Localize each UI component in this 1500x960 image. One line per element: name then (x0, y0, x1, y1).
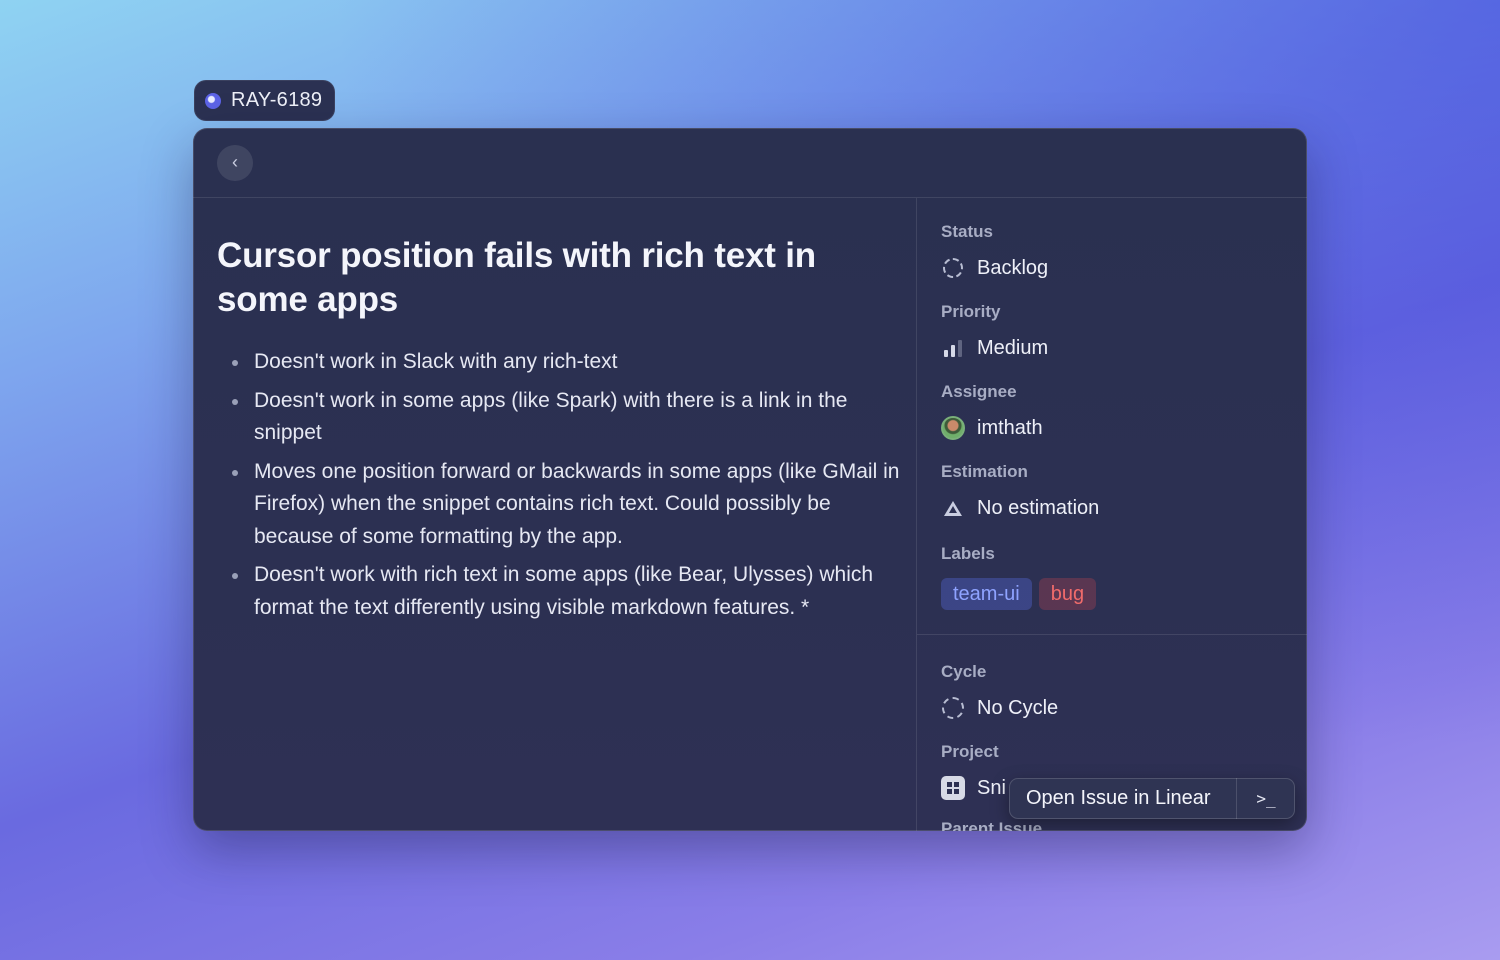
window-toolbar: ‹ (193, 128, 1307, 198)
issue-id-pill: RAY-6189 (194, 80, 336, 121)
assignee-field: Assignee imthath (941, 382, 1043, 440)
priority-label: Priority (941, 302, 1001, 321)
sidebar-divider (917, 634, 1307, 635)
description-item: Doesn't work with rich text in some apps… (217, 559, 907, 624)
issue-id: RAY-6189 (231, 89, 323, 111)
cycle-value: No Cycle (977, 696, 1059, 719)
status-value-row[interactable]: Backlog (941, 256, 1048, 280)
status-value: Backlog (977, 256, 1049, 279)
assignee-label: Assignee (941, 382, 1017, 401)
priority-value: Medium (977, 336, 1049, 359)
actions-menu-button[interactable]: >_ (1237, 778, 1295, 819)
description-item: Doesn't work in Slack with any rich-text (217, 346, 907, 379)
chevron-left-icon: ‹ (232, 152, 238, 172)
signal-bars-icon (941, 336, 965, 360)
assignee-value: imthath (977, 416, 1043, 439)
triangle-icon (941, 496, 965, 520)
estimation-label: Estimation (941, 462, 1028, 481)
assignee-value-row[interactable]: imthath (941, 416, 1043, 440)
open-issue-in-linear-button[interactable]: Open Issue in Linear (1009, 778, 1236, 819)
labels-list: team-ui bug (941, 578, 1097, 610)
linear-logo-icon (205, 92, 221, 109)
issue-description: Doesn't work in Slack with any rich-text… (217, 346, 899, 624)
estimation-field: Estimation No estimation (941, 462, 1099, 520)
label-chip-team-ui[interactable]: team-ui (941, 578, 1032, 610)
label-chip-bug[interactable]: bug (1038, 578, 1097, 610)
cycle-field: Cycle No Cycle (941, 662, 1058, 720)
labels-label: Labels (941, 544, 995, 563)
issue-title: Cursor position fails with rich text in … (217, 236, 816, 319)
estimation-value-row[interactable]: No estimation (941, 496, 1099, 520)
content-area: Cursor position fails with rich text in … (193, 198, 1307, 831)
cycle-label: Cycle (941, 662, 987, 681)
issue-sidebar: Status Backlog Priority Medium Assignee (917, 198, 1307, 831)
cycle-value-row[interactable]: No Cycle (941, 696, 1058, 720)
status-label: Status (941, 222, 993, 241)
dashed-circle-icon (941, 696, 965, 720)
project-label: Project (941, 742, 999, 761)
priority-value-row[interactable]: Medium (941, 336, 1048, 360)
back-button[interactable]: ‹ (217, 144, 253, 181)
estimation-value: No estimation (977, 496, 1100, 519)
avatar (941, 416, 965, 440)
project-field: Project Sni (941, 742, 1006, 800)
description-item: Moves one position forward or backwards … (217, 456, 907, 554)
issue-main: Cursor position fails with rich text in … (193, 198, 916, 831)
action-panel: Open Issue in Linear >_ (1009, 778, 1295, 819)
dashed-circle-icon (941, 256, 965, 280)
issue-detail-window: ‹ Cursor position fails with rich text i… (193, 128, 1307, 831)
project-value-row[interactable]: Sni (941, 776, 1006, 800)
parent-issue-label: Parent Issue (941, 819, 1043, 831)
labels-field: Labels team-ui bug (941, 544, 1097, 610)
project-value: Sni (977, 776, 1006, 799)
description-item: Doesn't work in some apps (like Spark) w… (217, 385, 907, 450)
priority-field: Priority Medium (941, 302, 1048, 360)
project-grid-icon (941, 776, 965, 800)
status-field: Status Backlog (941, 222, 1048, 280)
